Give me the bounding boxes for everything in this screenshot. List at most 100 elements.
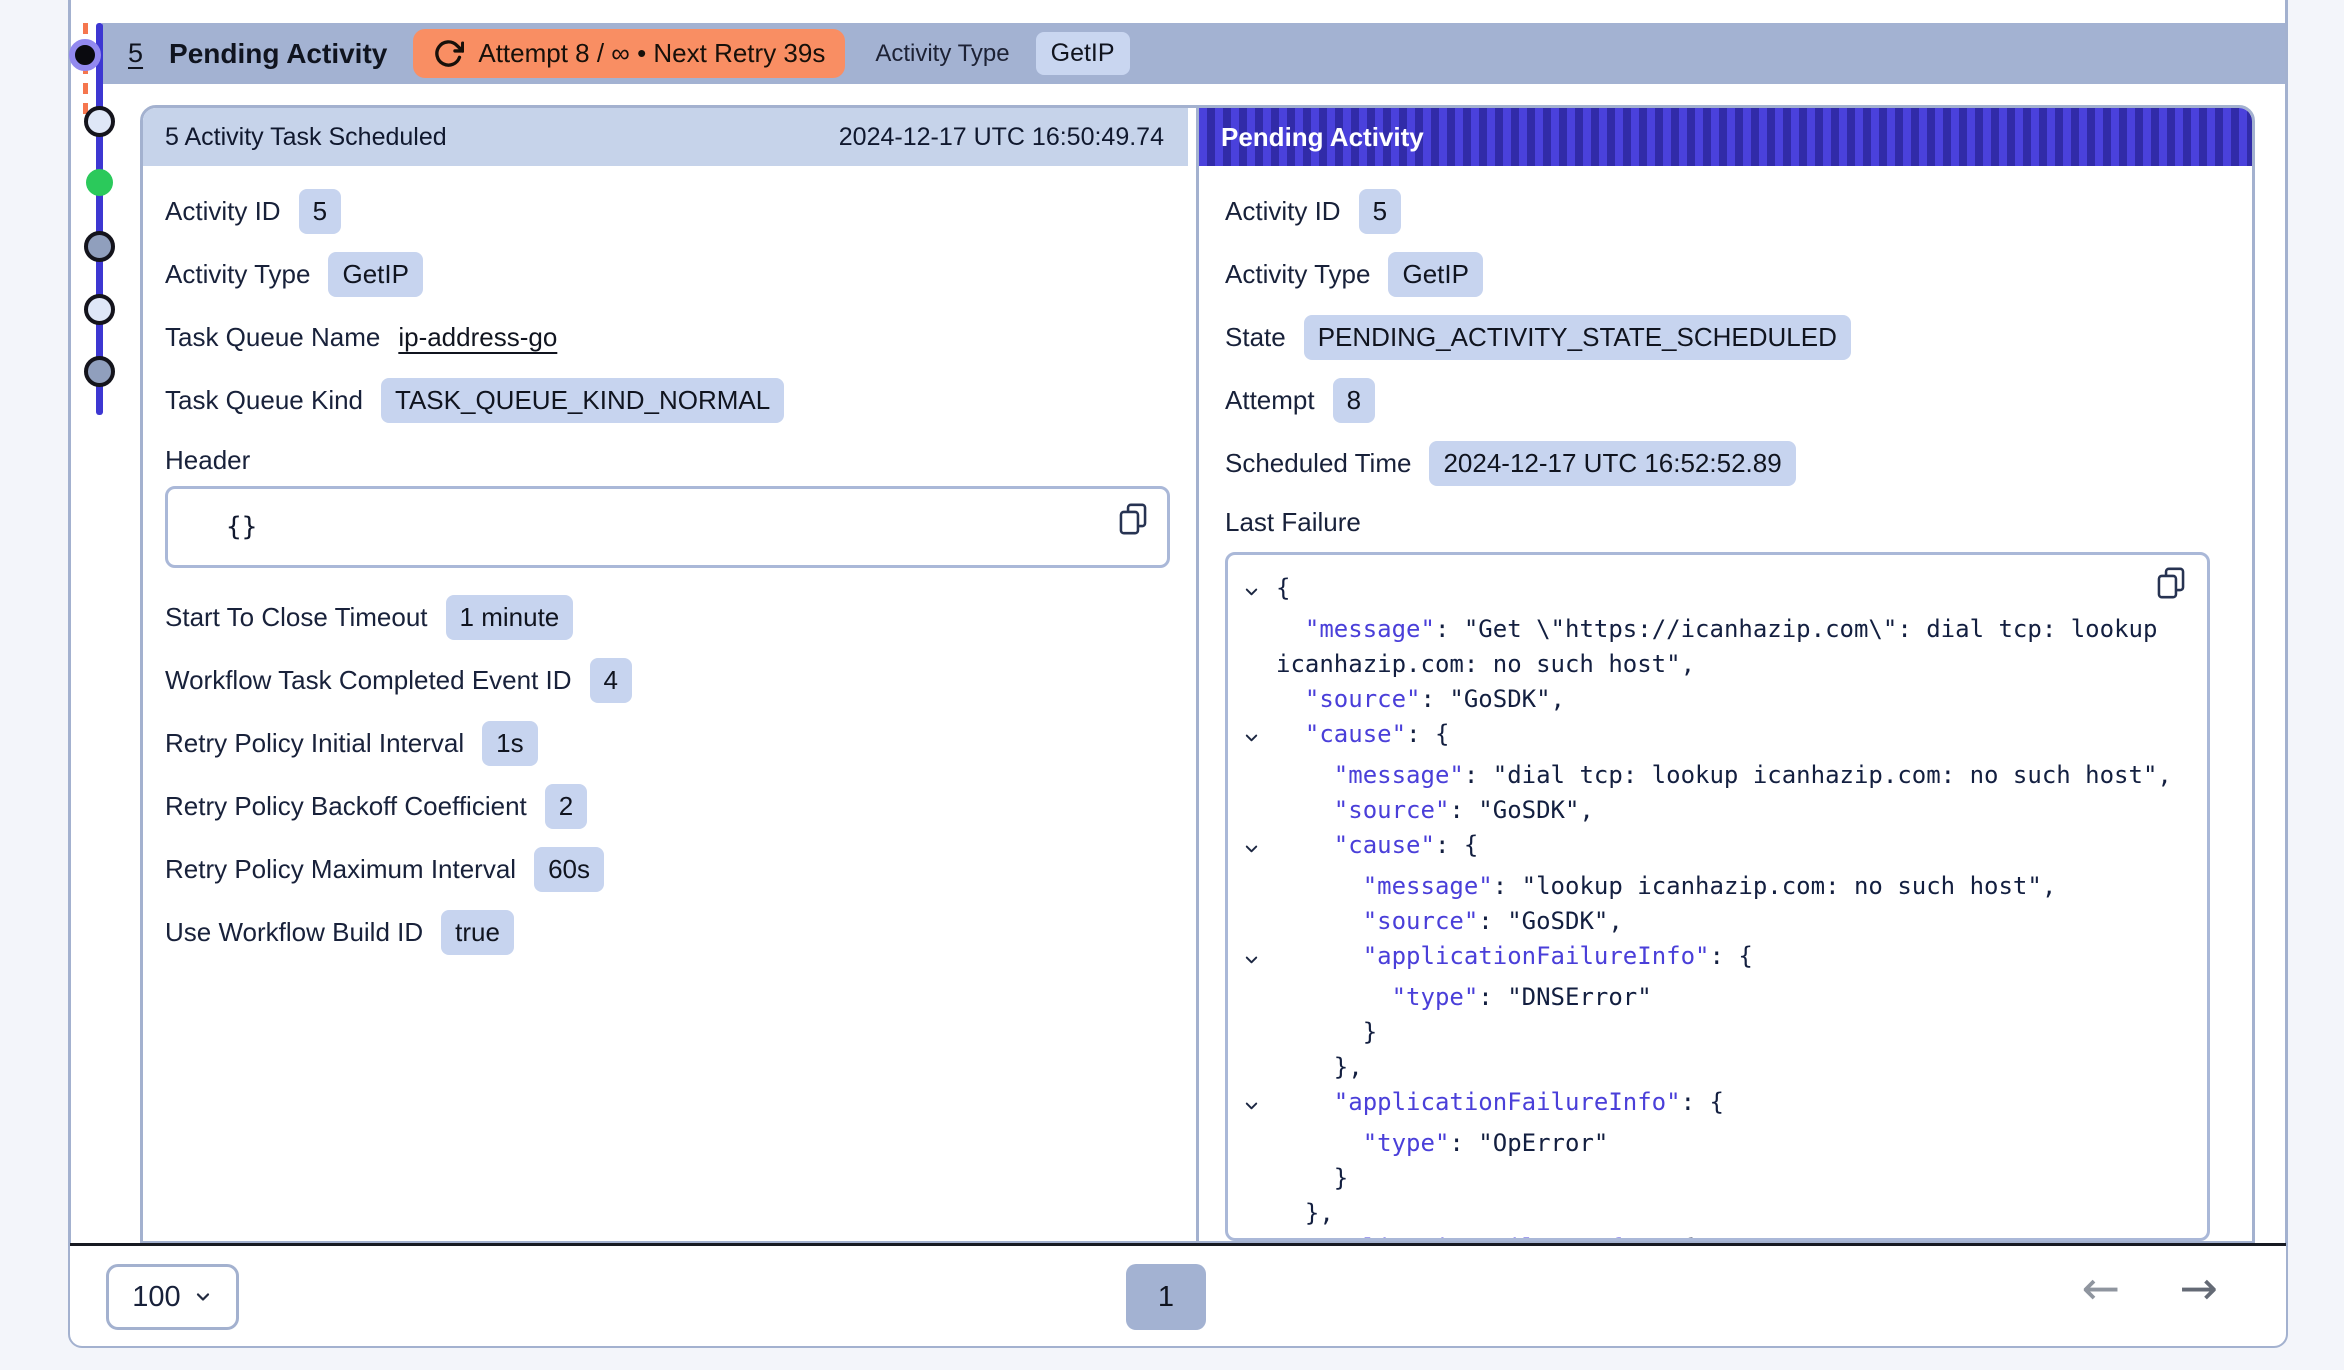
json-text: "source": "GoSDK",	[1276, 682, 2179, 717]
field-value-badge: GetIP	[328, 252, 422, 297]
field-value-badge: 1s	[482, 721, 537, 766]
copy-last-failure-button[interactable]	[2153, 565, 2189, 603]
json-text: "cause": {	[1276, 828, 2179, 869]
timeline-pending-dashed-line	[83, 23, 88, 122]
json-line: "applicationFailureInfo": {	[1242, 939, 2179, 980]
json-line: "message": "dial tcp: lookup icanhazip.c…	[1242, 758, 2179, 793]
pending-activity-panel: Pending Activity Activity ID 5 Activity …	[1199, 108, 2252, 1241]
page-size-select[interactable]: 100	[106, 1264, 239, 1330]
json-line: "message": "Get \"https://icanhazip.com\…	[1242, 612, 2179, 682]
header-payload-box: {}	[165, 486, 1170, 568]
json-text: {	[1276, 571, 2179, 612]
page-1-button[interactable]: 1	[1126, 1264, 1206, 1330]
json-line: "applicationFailureInfo": {	[1242, 1231, 2179, 1241]
json-gutter	[1242, 1161, 1276, 1196]
collapse-chevron-icon[interactable]	[1242, 717, 1276, 758]
copy-header-button[interactable]	[1115, 501, 1151, 539]
json-text: "applicationFailureInfo": {	[1276, 1231, 2179, 1241]
json-text: "type": "DNSError"	[1276, 980, 2179, 1015]
scheduled-event-header: 5 Activity Task Scheduled 2024-12-17 UTC…	[143, 108, 1188, 166]
field-row: Activity Type GetIP	[165, 251, 1172, 298]
field-value-badge: 2024-12-17 UTC 16:52:52.89	[1429, 441, 1795, 486]
field-row: State PENDING_ACTIVITY_STATE_SCHEDULED	[1225, 314, 2228, 361]
json-gutter	[1242, 793, 1276, 828]
field-label: Retry Policy Backoff Coefficient	[165, 791, 527, 822]
json-text: },	[1276, 1050, 2179, 1085]
field-value-badge: 5	[1359, 189, 1401, 234]
json-line: "message": "lookup icanhazip.com: no suc…	[1242, 869, 2179, 904]
field-row: Scheduled Time 2024-12-17 UTC 16:52:52.8…	[1225, 440, 2228, 487]
previous-page-button[interactable]: ←	[2075, 1260, 2126, 1316]
scheduled-event-fields: Activity ID 5 Activity Type GetIP Task Q…	[143, 166, 1196, 956]
activity-type-badge: GetIP	[1036, 32, 1130, 75]
field-row: Task Queue Kind TASK_QUEUE_KIND_NORMAL	[165, 377, 1172, 424]
json-line: "type": "DNSError"	[1242, 980, 2179, 1015]
timeline-event-dot-3[interactable]	[84, 231, 115, 262]
field-label: Scheduled Time	[1225, 448, 1411, 479]
timeline-event-dot-5[interactable]	[84, 356, 115, 387]
pending-activity-title: Pending Activity	[1221, 122, 1424, 153]
collapse-chevron-icon[interactable]	[1242, 571, 1276, 612]
timeline-event-dot-1[interactable]	[84, 106, 115, 137]
json-gutter	[1242, 682, 1276, 717]
field-row: Retry Policy Backoff Coefficient 2	[165, 783, 1172, 830]
task-queue-link[interactable]: ip-address-go	[398, 322, 557, 353]
field-value-badge: 5	[299, 189, 341, 234]
json-text: "source": "GoSDK",	[1276, 904, 2179, 939]
event-id-link[interactable]: 5	[128, 38, 143, 69]
field-row: Retry Policy Maximum Interval 60s	[165, 846, 1172, 893]
field-value-badge: 60s	[534, 847, 604, 892]
event-detail-card: 5 Activity Task Scheduled 2024-12-17 UTC…	[140, 105, 2255, 1244]
collapse-chevron-icon[interactable]	[1242, 1085, 1276, 1126]
field-label: Task Queue Name	[165, 322, 380, 353]
field-row: Activity ID 5	[1225, 188, 2228, 235]
collapse-chevron-icon[interactable]	[1242, 828, 1276, 869]
field-value-badge: TASK_QUEUE_KIND_NORMAL	[381, 378, 784, 423]
json-line: "source": "GoSDK",	[1242, 904, 2179, 939]
field-label: Retry Policy Maximum Interval	[165, 854, 516, 885]
json-text: "message": "lookup icanhazip.com: no suc…	[1276, 869, 2179, 904]
event-title: Pending Activity	[169, 38, 387, 70]
json-line: "type": "OpError"	[1242, 1126, 2179, 1161]
json-line: }	[1242, 1015, 2179, 1050]
json-gutter	[1242, 612, 1276, 682]
json-gutter	[1242, 1126, 1276, 1161]
pending-activity-fields: Activity ID 5 Activity Type GetIP State …	[1199, 166, 2252, 1241]
json-line: {	[1242, 571, 2179, 612]
json-line: },	[1242, 1050, 2179, 1085]
json-line: "source": "GoSDK",	[1242, 793, 2179, 828]
json-line: "applicationFailureInfo": {	[1242, 1085, 2179, 1126]
pending-activity-header-bar: 5 Pending Activity Attempt 8 / ∞ • Next …	[102, 23, 2285, 84]
retry-badge-text: Attempt 8 / ∞ • Next Retry 39s	[478, 38, 825, 69]
last-failure-label: Last Failure	[1225, 507, 2228, 538]
field-value-badge: true	[441, 910, 514, 955]
json-line: "cause": {	[1242, 828, 2179, 869]
timeline-pending-activity-dot[interactable]	[69, 39, 101, 71]
field-row: Activity ID 5	[165, 188, 1172, 235]
next-page-button[interactable]: →	[2173, 1260, 2224, 1316]
field-label: Attempt	[1225, 385, 1315, 416]
field-label: Activity Type	[165, 259, 310, 290]
field-value-badge: 2	[545, 784, 587, 829]
header-payload-value: {}	[226, 512, 257, 542]
json-text: }	[1276, 1015, 2179, 1050]
pagination-bar: 100 1 ← →	[70, 1243, 2286, 1346]
timeline-event-dot-selected[interactable]	[86, 169, 113, 196]
json-gutter	[1242, 758, 1276, 793]
json-gutter	[1242, 1050, 1276, 1085]
json-gutter	[1242, 1015, 1276, 1050]
field-value-badge: 4	[590, 658, 632, 703]
field-value-badge: GetIP	[1388, 252, 1482, 297]
collapse-chevron-icon[interactable]	[1242, 939, 1276, 980]
json-gutter	[1242, 869, 1276, 904]
field-label: Activity ID	[165, 196, 281, 227]
field-label: Workflow Task Completed Event ID	[165, 665, 572, 696]
retry-status-badge: Attempt 8 / ∞ • Next Retry 39s	[413, 29, 845, 78]
json-gutter	[1242, 1196, 1276, 1231]
header-field-label: Header	[165, 440, 1172, 480]
json-text: "source": "GoSDK",	[1276, 793, 2179, 828]
scheduled-event-timestamp: 2024-12-17 UTC 16:50:49.74	[839, 123, 1164, 152]
json-text: }	[1276, 1161, 2179, 1196]
timeline-event-dot-4[interactable]	[84, 294, 115, 325]
collapse-chevron-icon[interactable]	[1242, 1231, 1276, 1241]
